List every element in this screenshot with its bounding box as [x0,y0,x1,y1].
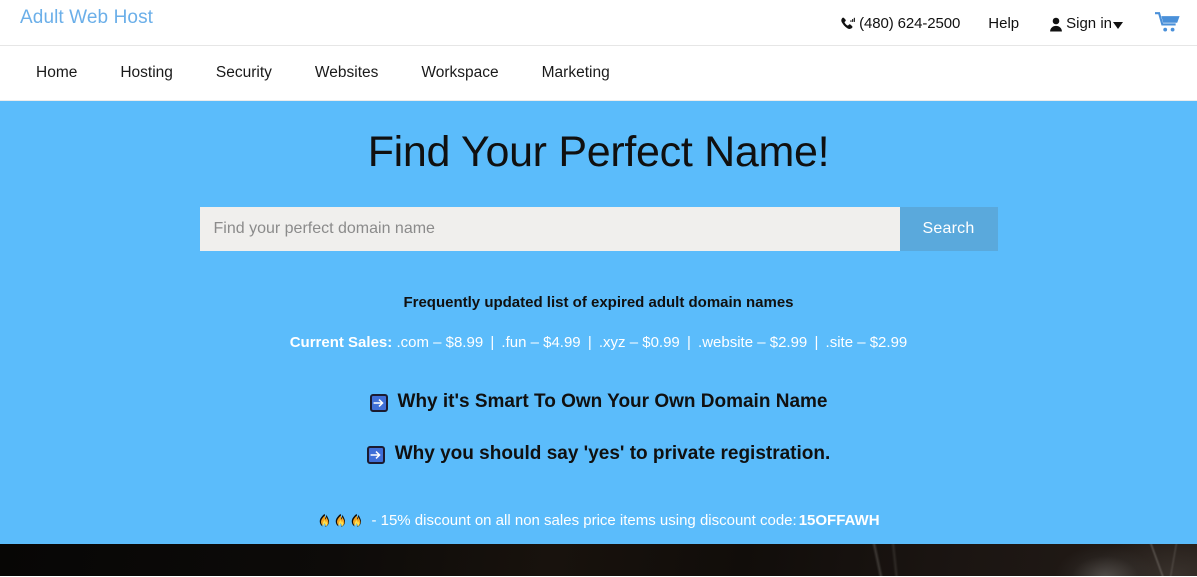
sales-separator: | [490,334,495,351]
person-icon [1049,17,1063,32]
hero-photo-highlight-right [1140,544,1197,576]
search-input[interactable] [199,207,900,251]
shopping-cart-button[interactable] [1155,11,1181,35]
sales-item-site: .site – $2.99 [825,334,908,351]
discount-banner: - 15% discount on all non sales price it… [0,512,1197,529]
promo-link-label: Why it's Smart To Own Your Own Domain Na… [397,391,828,412]
fire-icon [352,513,362,527]
top-bar: Adult Web Host (480) 624-2500 Help Sign … [0,0,1197,46]
discount-text: - 15% discount on all non sales price it… [371,512,797,529]
phone-signal-icon [839,16,856,33]
promo-link-own-domain[interactable]: Why it's Smart To Own Your Own Domain Na… [0,391,1197,413]
fire-icon [320,513,330,527]
sales-item-fun: .fun – $4.99 [501,334,581,351]
promo-link-label: Why you should say 'yes' to private regi… [394,443,831,464]
current-sales-line: Current Sales: .com – $8.99 | .fun – $4.… [0,334,1197,351]
sales-separator: | [814,334,819,351]
help-link[interactable]: Help [988,15,1019,32]
fire-icon-group [317,513,364,530]
fire-icon [336,513,346,527]
sign-in-menu[interactable]: Sign in [1049,15,1123,32]
chevron-down-icon [1113,21,1123,29]
search-button[interactable]: Search [899,207,998,251]
nav-item-security[interactable]: Security [216,64,272,82]
hero-photo-strip [0,544,1197,576]
sales-separator: | [587,334,592,351]
sales-item-com: .com – $8.99 [396,334,484,351]
nav-item-home[interactable]: Home [36,64,77,82]
discount-code: 15OFFAWH [798,512,880,529]
hero-section: Find Your Perfect Name! Search Frequentl… [0,101,1197,544]
top-bar-right-group: (480) 624-2500 Help Sign in [839,0,1181,46]
promo-link-private-registration[interactable]: Why you should say 'yes' to private regi… [0,443,1197,465]
sign-in-label: Sign in [1066,14,1112,32]
shopping-cart-icon [1155,12,1180,32]
site-logo[interactable]: Adult Web Host [20,7,153,29]
nav-item-hosting[interactable]: Hosting [120,64,173,82]
main-navigation: Home Hosting Security Websites Workspace… [0,46,1197,101]
nav-item-workspace[interactable]: Workspace [421,64,498,82]
nav-item-websites[interactable]: Websites [315,64,378,82]
nav-item-marketing[interactable]: Marketing [542,64,610,82]
phone-number-link[interactable]: (480) 624-2500 [839,15,960,32]
sales-item-xyz: .xyz – $0.99 [598,334,680,351]
page-title: Find Your Perfect Name! [367,128,830,176]
current-sales-label: Current Sales: [289,334,393,351]
sales-separator: | [686,334,691,351]
hero-subheading: Frequently updated list of expired adult… [403,294,794,311]
arrow-right-icon [366,446,385,464]
arrow-right-icon [369,394,388,412]
sales-item-website: .website – $2.99 [698,334,808,351]
hero-photo-image [0,544,1197,576]
domain-search-bar: Search [199,207,998,251]
phone-number-text: (480) 624-2500 [859,14,961,32]
hero-photo-highlight-left [820,544,940,576]
